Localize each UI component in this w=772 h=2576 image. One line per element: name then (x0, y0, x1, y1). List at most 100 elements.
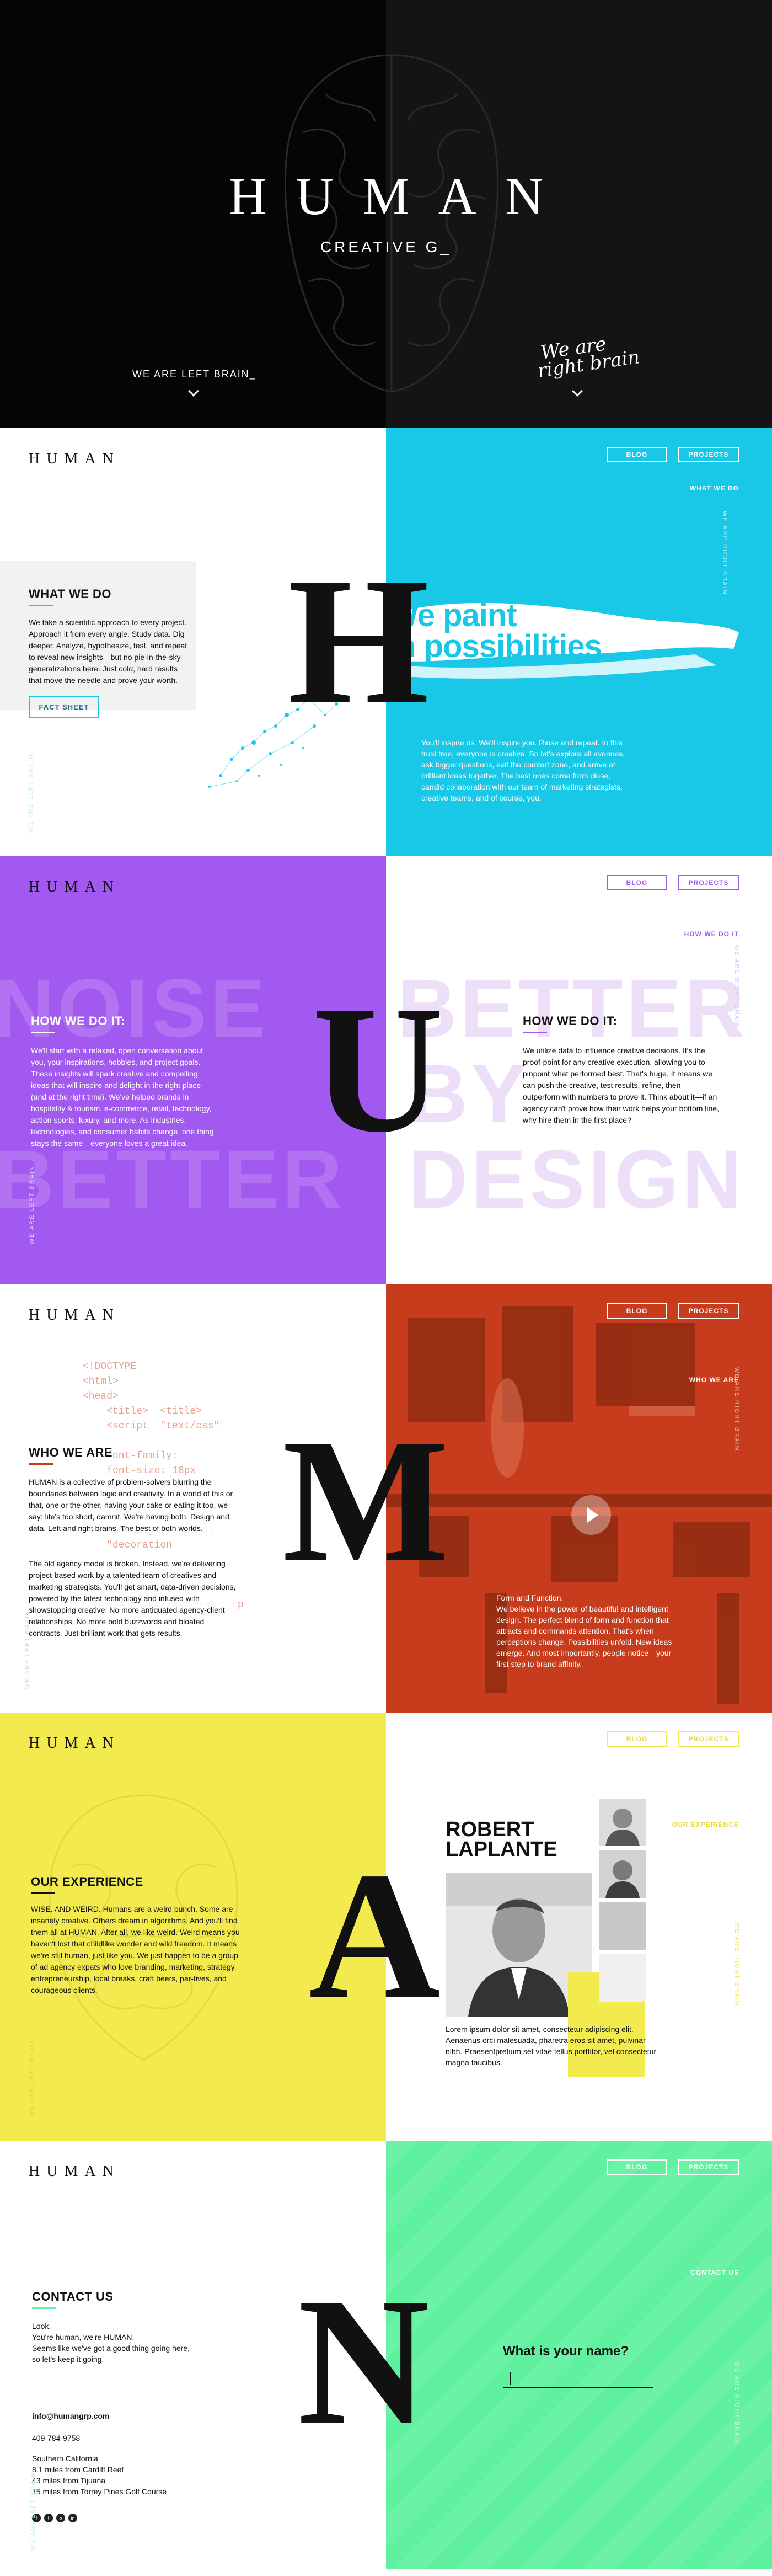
logo[interactable]: HUMAN (29, 1735, 120, 1752)
vertical-label-right: WE ARE RIGHT BRAIN (733, 1367, 740, 1452)
section-body: WISE. AND WEIRD. Humans are a weird bunc… (31, 1905, 240, 1994)
intro-line: so let's keep it going. (32, 2355, 104, 2364)
heading-underline (32, 2307, 56, 2309)
twitter-icon[interactable]: t (44, 2514, 53, 2522)
section-body-1: HUMAN is a collective of problem-solvers… (29, 1476, 238, 1534)
person-last-name: LAPLANTE (446, 1838, 557, 1861)
section-heading: WHO WE ARE (29, 1446, 113, 1459)
vertical-label-right: WE ARE RIGHT BRAIN (733, 1922, 740, 2007)
team-thumbnail[interactable] (599, 1954, 646, 2002)
thumbnail-graphic (605, 1809, 640, 1846)
name-input[interactable] (503, 2370, 653, 2388)
right-heading: HOW WE DO IT: (523, 1014, 618, 1028)
vertical-label-left: WE ARE LEFT BRAIN (30, 2472, 36, 2551)
projects-button[interactable]: PROJECTS (678, 447, 739, 462)
our-experience-section: HUMAN BLOG PROJECTS OUR EXPERIENCE OUR E… (0, 1713, 772, 2141)
play-icon[interactable] (571, 1495, 611, 1535)
what-we-do-section: HUMAN BLOG PROJECTS WHAT WE DO WHAT WE D… (0, 428, 772, 856)
how-we-do-it-section: NOISE BETTER BY DESIGN BETTER HUMAN BLOG… (0, 856, 772, 1284)
big-letter-n: N (298, 2261, 430, 2462)
heading-underline (31, 1032, 55, 1033)
big-letter-h: H (288, 541, 430, 742)
projects-button[interactable]: PROJECTS (678, 1303, 739, 1319)
location-line: 8.1 miles from Cardiff Reef (32, 2465, 124, 2474)
code-line: <html> (83, 1376, 119, 1387)
blog-button[interactable]: BLOG (607, 447, 667, 462)
big-letter-a: A (309, 1835, 441, 2036)
section-label: OUR EXPERIENCE (672, 1821, 739, 1828)
bg-word-better-2: BETTER (0, 1133, 345, 1225)
heading-underline (29, 605, 53, 606)
bg-word-better: BETTER (397, 962, 748, 1054)
projects-button[interactable]: PROJECTS (678, 1731, 739, 1747)
hero-subtitle: CREATIVE G_ (320, 238, 452, 255)
big-letter-u: U (312, 969, 444, 1170)
blog-button[interactable]: BLOG (607, 875, 667, 890)
vertical-label-left: WE ARE LEFT BRAIN (28, 754, 34, 833)
logo[interactable]: HUMAN (29, 450, 120, 468)
chevron-down-icon[interactable] (188, 386, 199, 397)
location-line: 15 miles from Torrey Pines Golf Course (32, 2487, 167, 2496)
bg-word-design: DESIGN (408, 1133, 746, 1225)
right-body: You'll inspire us. We'll inspire you. Ri… (421, 738, 625, 802)
video-caption-title: Form and Function. (496, 1593, 564, 1602)
team-thumbnail[interactable] (599, 1902, 646, 1950)
code-line: <script "text/css" (83, 1421, 220, 1432)
projects-button[interactable]: PROJECTS (678, 2159, 739, 2175)
logo[interactable]: HUMAN (29, 878, 120, 896)
text-cursor (510, 2372, 511, 2385)
logo[interactable]: HUMAN (29, 2163, 120, 2180)
bg-word-noise: NOISE (0, 962, 269, 1054)
big-letter-m: M (282, 1403, 449, 1598)
heading-underline (31, 1892, 55, 1894)
location-line: Southern California (32, 2454, 98, 2463)
intro-line: Seems like we've got a good thing going … (32, 2344, 190, 2353)
right-body: We utilize data to influence creative de… (523, 1046, 719, 1124)
hero-brand: HUMAN (228, 167, 572, 226)
vertical-label-left: WE ARE LEFT BRAIN (24, 1610, 31, 1689)
video-caption-body: We believe in the power of beautiful and… (496, 1604, 672, 1668)
left-heading: HOW WE DO IT: (31, 1014, 126, 1028)
social-links: f t o in (32, 2514, 109, 2522)
email-link[interactable]: info@humangrp.com (32, 2410, 109, 2422)
fact-sheet-button[interactable]: FACT SHEET (29, 696, 99, 718)
left-brain-tag[interactable]: WE ARE LEFT BRAIN_ (132, 369, 256, 380)
section-body: We take a scientific approach to every p… (29, 618, 187, 685)
section-label: WHAT WE DO (689, 484, 739, 492)
hero-section: HUMAN CREATIVE G_ WE ARE LEFT BRAIN_ We … (0, 0, 772, 428)
code-line: <!DOCTYPE (83, 1361, 137, 1372)
intro-line: You're human, we're HUMAN. (32, 2333, 135, 2342)
team-thumbnail[interactable] (599, 1850, 646, 1898)
contact-intro: Look. You're human, we're HUMAN. Seems l… (32, 2321, 242, 2365)
thumbnail-graphic (605, 1860, 640, 1898)
section-heading: CONTACT US (32, 2290, 114, 2303)
form-question: What is your name? (503, 2344, 629, 2359)
instagram-icon[interactable]: o (56, 2514, 65, 2522)
intro-line: Look. (32, 2322, 51, 2330)
section-heading: OUR EXPERIENCE (31, 1875, 143, 1889)
blog-button[interactable]: BLOG (607, 1731, 667, 1747)
section-heading: WHAT WE DO (29, 587, 112, 601)
vertical-label-left: WE ARE LEFT BRAIN (29, 2038, 35, 2118)
who-we-are-section: HUMAN BLOG PROJECTS WHO WE ARE <!DOCTYPE… (0, 1284, 772, 1713)
code-line: <title> <title> (83, 1406, 202, 1417)
section-label: WHO WE ARE (689, 1376, 739, 1384)
blog-button[interactable]: BLOG (607, 1303, 667, 1319)
linkedin-icon[interactable]: in (68, 2514, 77, 2522)
phone-number[interactable]: 409-784-9758 (32, 2432, 80, 2444)
section-label: HOW WE DO IT (684, 930, 739, 938)
logo[interactable]: HUMAN (29, 1306, 120, 1324)
section-body-2: The old agency model is broken. Instead,… (29, 1558, 238, 1639)
team-thumbnail[interactable] (599, 1799, 646, 1846)
vertical-label-right: WE ARE RIGHT BRAIN (733, 2361, 740, 2446)
location-info: Southern California 8.1 miles from Cardi… (32, 2453, 242, 2497)
left-body: We'll start with a relaxed, open convers… (31, 1046, 214, 1148)
contact-section: HUMAN BLOG PROJECTS CONTACT US CONTACT U… (0, 2141, 772, 2569)
code-line: "decoration (83, 1540, 173, 1551)
heading-underline (29, 1463, 53, 1465)
projects-button[interactable]: PROJECTS (678, 875, 739, 890)
person-bio: Lorem ipsum dolor sit amet, consectetur … (446, 2025, 657, 2067)
person-first-name: ROBERT (446, 1818, 534, 1841)
location-line: 43 miles from Tijuana (32, 2476, 106, 2485)
blog-button[interactable]: BLOG (607, 2159, 667, 2175)
